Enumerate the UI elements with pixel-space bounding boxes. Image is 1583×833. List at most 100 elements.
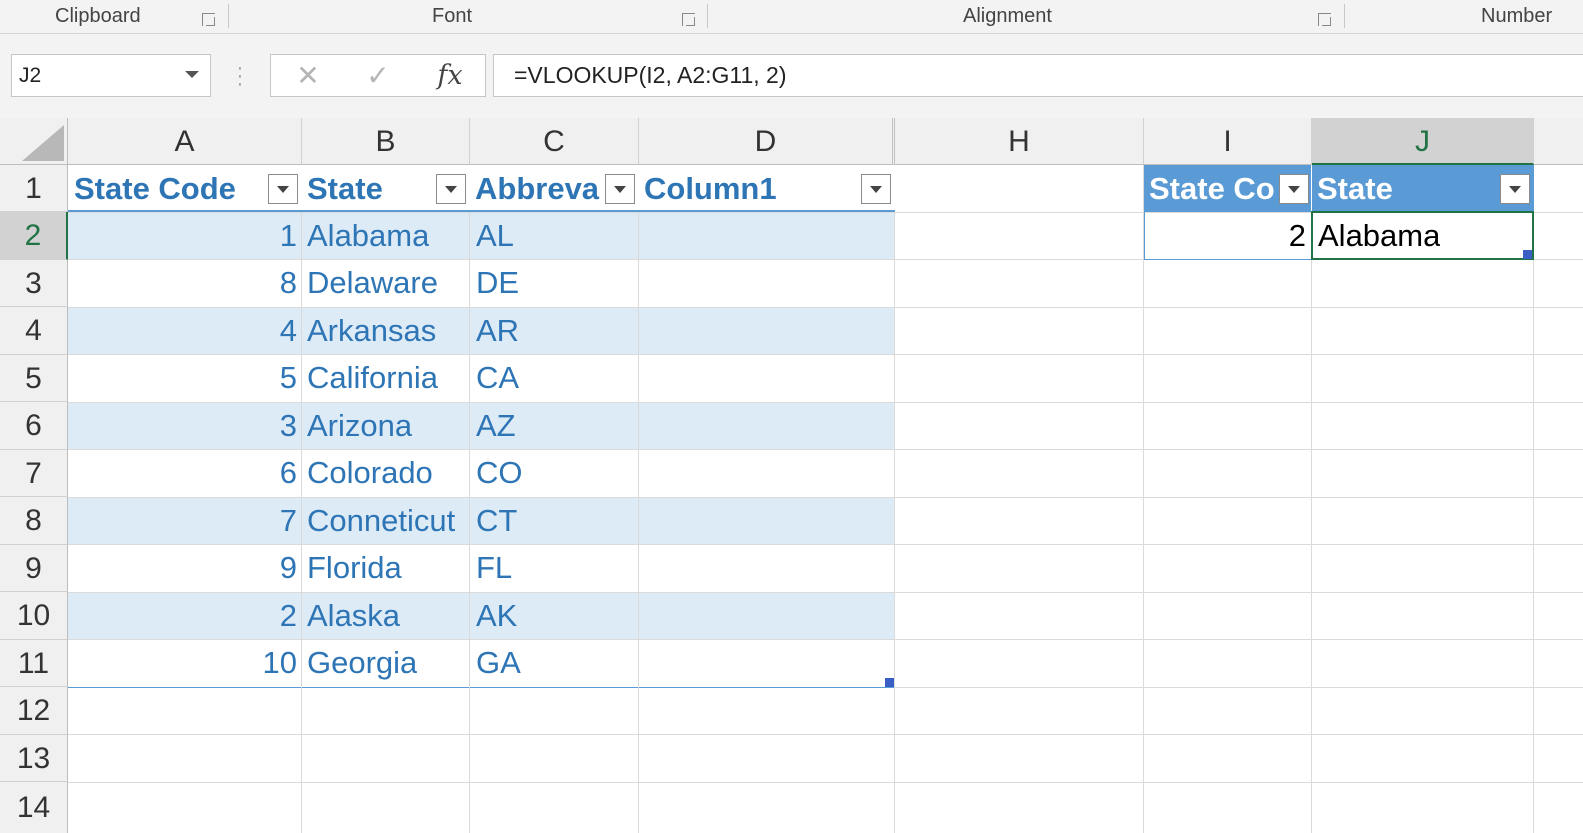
table1-cell-abbr[interactable]: AR bbox=[476, 307, 519, 354]
name-box-dropdown-icon[interactable] bbox=[185, 71, 199, 78]
row-header-4[interactable]: 4 bbox=[0, 307, 68, 355]
table1-cell-state[interactable]: Georgia bbox=[307, 639, 417, 686]
cancel-icon[interactable]: ✕ bbox=[283, 55, 333, 96]
gridline bbox=[638, 165, 639, 833]
table1-cell-code[interactable]: 5 bbox=[68, 354, 297, 401]
gridline bbox=[1311, 165, 1312, 833]
row-header-5[interactable]: 5 bbox=[0, 355, 68, 402]
row-header-11[interactable]: 11 bbox=[0, 640, 68, 687]
table1-cell-code[interactable]: 6 bbox=[68, 449, 297, 496]
table1-header-state: State bbox=[307, 171, 383, 206]
gridline bbox=[894, 165, 895, 833]
table1-cell-state[interactable]: Conneticut bbox=[307, 497, 455, 544]
table1-cell-code[interactable]: 7 bbox=[68, 497, 297, 544]
table2-header-state: State bbox=[1317, 171, 1393, 206]
ribbon-group-bar: Clipboard Font Alignment Number bbox=[0, 0, 1583, 34]
table2-header-state-code: State Co bbox=[1149, 171, 1275, 206]
table1-cell-code[interactable]: 9 bbox=[68, 544, 297, 591]
table-resize-handle[interactable] bbox=[885, 678, 894, 687]
table1-cell-state[interactable]: Colorado bbox=[307, 449, 433, 496]
gridline bbox=[68, 782, 1583, 783]
row-header-8[interactable]: 8 bbox=[0, 497, 68, 545]
column-header-d[interactable]: D bbox=[639, 118, 895, 165]
table1-cell-code[interactable]: 2 bbox=[68, 592, 297, 639]
column-header-b[interactable]: B bbox=[302, 118, 470, 165]
ribbon-separator bbox=[1344, 4, 1345, 28]
filter-dropdown-icon[interactable] bbox=[436, 174, 466, 204]
select-all-corner[interactable] bbox=[0, 118, 68, 165]
table2-header-divider bbox=[1311, 165, 1312, 212]
table1-cell-state[interactable]: Arizona bbox=[307, 402, 412, 449]
filter-dropdown-icon[interactable] bbox=[605, 174, 635, 204]
row-header-1[interactable]: 1 bbox=[0, 165, 68, 212]
column-header-c[interactable]: C bbox=[470, 118, 639, 165]
table1-cell-state[interactable]: California bbox=[307, 354, 438, 401]
table1-header-state-code: State Code bbox=[74, 171, 236, 206]
clipboard-group-label: Clipboard bbox=[55, 5, 141, 27]
table1-cell-abbr[interactable]: GA bbox=[476, 639, 521, 686]
alignment-dialog-launcher-icon[interactable] bbox=[1318, 13, 1331, 26]
table1-cell-abbr[interactable]: FL bbox=[476, 544, 512, 591]
filter-dropdown-icon[interactable] bbox=[1279, 174, 1309, 204]
column-header-h[interactable]: H bbox=[895, 118, 1144, 165]
table1-cell-abbr[interactable]: AL bbox=[476, 212, 514, 259]
table1-header-abbreviation: Abbreva bbox=[475, 171, 600, 206]
row-header-6[interactable]: 6 bbox=[0, 402, 68, 450]
number-group-label: Number bbox=[1481, 5, 1553, 27]
row-header-3[interactable]: 3 bbox=[0, 260, 68, 307]
font-dialog-launcher-icon[interactable] bbox=[682, 13, 695, 26]
drag-handle-icon[interactable]: · · · bbox=[234, 58, 246, 94]
formula-buttons: ✕ ✓ fx bbox=[270, 54, 486, 97]
filter-dropdown-icon[interactable] bbox=[268, 174, 298, 204]
table1-cell-state[interactable]: Delaware bbox=[307, 259, 438, 306]
font-group-label: Font bbox=[432, 5, 473, 27]
name-box[interactable]: J2 bbox=[11, 54, 211, 97]
table-resize-handle[interactable] bbox=[1523, 250, 1532, 259]
table1-cell-abbr[interactable]: CA bbox=[476, 354, 519, 401]
table1-cell-abbr[interactable]: AZ bbox=[476, 402, 516, 449]
gridline bbox=[469, 165, 470, 833]
table1-cell-code[interactable]: 3 bbox=[68, 402, 297, 449]
formula-input[interactable]: =VLOOKUP(I2, A2:G11, 2) bbox=[493, 54, 1583, 97]
formula-bar-area: J2 · · · ✕ ✓ fx =VLOOKUP(I2, A2:G11, 2) bbox=[0, 34, 1583, 118]
table1-header-column1: Column1 bbox=[644, 171, 777, 206]
insert-function-icon[interactable]: fx bbox=[425, 55, 475, 96]
table1-cell-state[interactable]: Florida bbox=[307, 544, 402, 591]
gridline bbox=[895, 687, 1583, 688]
gridline bbox=[68, 734, 1583, 735]
gridline bbox=[1143, 165, 1144, 833]
filter-dropdown-icon[interactable] bbox=[861, 174, 891, 204]
table2-cell-state[interactable]: Alabama bbox=[1318, 212, 1440, 259]
table1-cell-state[interactable]: Arkansas bbox=[307, 307, 436, 354]
row-header-12[interactable]: 12 bbox=[0, 687, 68, 735]
column-header-a[interactable]: A bbox=[68, 118, 302, 165]
clipboard-dialog-launcher-icon[interactable] bbox=[202, 13, 215, 26]
column-header-i[interactable]: I bbox=[1144, 118, 1312, 165]
row-header-2[interactable]: 2 bbox=[0, 212, 68, 260]
enter-icon[interactable]: ✓ bbox=[353, 55, 403, 96]
select-all-triangle-icon bbox=[22, 125, 64, 161]
ribbon-separator bbox=[228, 4, 229, 28]
table1-cell-code[interactable]: 4 bbox=[68, 307, 297, 354]
table1-cell-code[interactable]: 1 bbox=[68, 212, 297, 259]
row-header-13[interactable]: 13 bbox=[0, 735, 68, 782]
row-header-14[interactable]: 14 bbox=[0, 782, 68, 833]
table1-cell-state[interactable]: Alaska bbox=[307, 592, 400, 639]
row-header-10[interactable]: 10 bbox=[0, 592, 68, 640]
table-bottom-border bbox=[68, 687, 895, 688]
column-header-j[interactable]: J bbox=[1312, 118, 1534, 165]
table1-cell-abbr[interactable]: CT bbox=[476, 497, 517, 544]
column-header-k[interactable] bbox=[1534, 118, 1583, 165]
table1-cell-abbr[interactable]: AK bbox=[476, 592, 517, 639]
row-header-7[interactable]: 7 bbox=[0, 450, 68, 497]
table1-cell-code[interactable]: 8 bbox=[68, 259, 297, 306]
table1-cell-code[interactable]: 10 bbox=[68, 639, 297, 686]
table2-cell-code[interactable]: 2 bbox=[1144, 212, 1306, 259]
worksheet-grid[interactable]: A B C D H I J 1 2 3 4 5 6 7 8 9 10 11 12… bbox=[0, 118, 1583, 833]
table1-cell-abbr[interactable]: DE bbox=[476, 259, 519, 306]
ribbon-separator bbox=[707, 4, 708, 28]
row-header-9[interactable]: 9 bbox=[0, 545, 68, 592]
filter-dropdown-icon[interactable] bbox=[1500, 174, 1530, 204]
table1-cell-state[interactable]: Alabama bbox=[307, 212, 429, 259]
table1-cell-abbr[interactable]: CO bbox=[476, 449, 523, 496]
